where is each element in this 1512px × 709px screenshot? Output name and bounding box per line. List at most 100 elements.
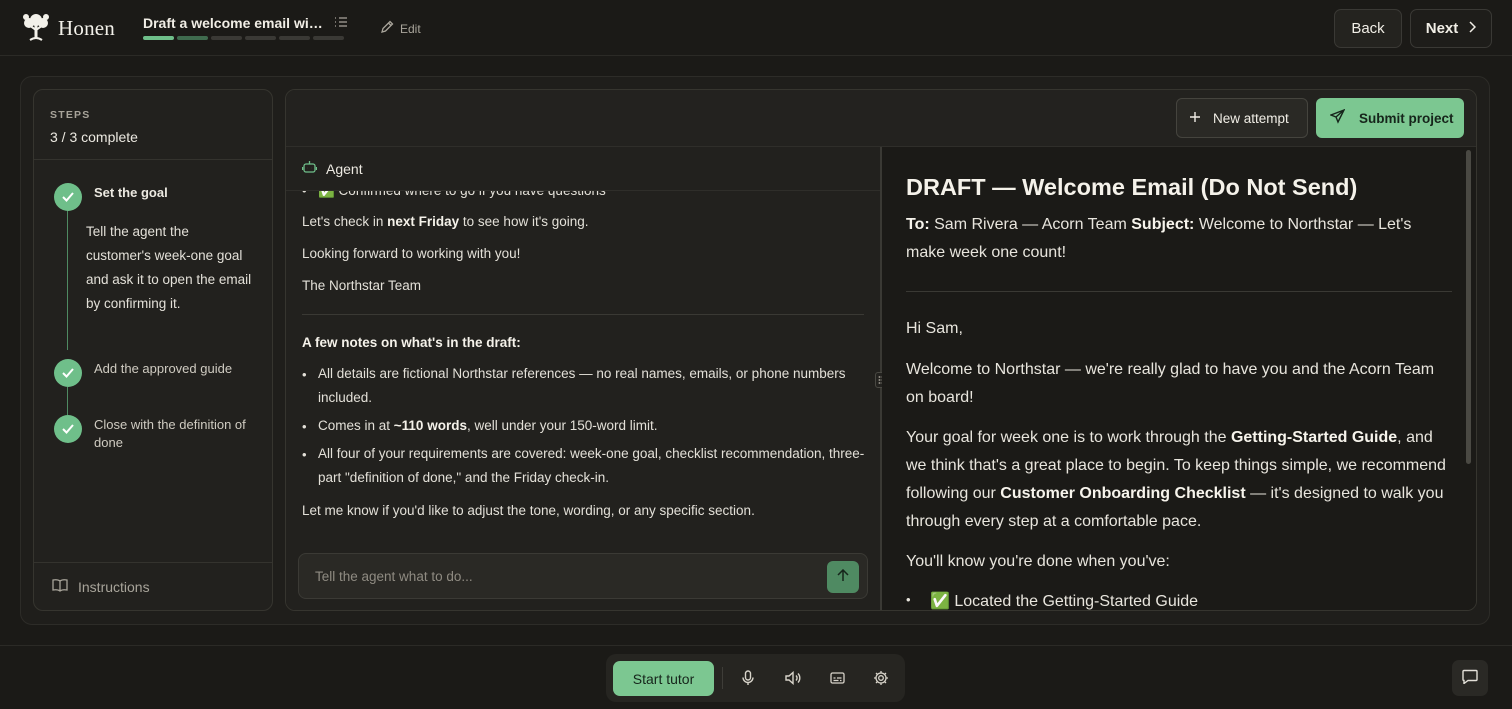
message-line: Let's check in next Friday to see how it… bbox=[302, 214, 589, 229]
arrow-up-icon bbox=[837, 568, 849, 585]
progress-segment bbox=[313, 36, 344, 40]
submit-label: Submit project bbox=[1359, 110, 1454, 126]
text: Comes in at bbox=[318, 418, 394, 433]
book-icon bbox=[52, 578, 68, 595]
list-icon[interactable] bbox=[334, 15, 348, 32]
text-bold: Customer Onboarding Checklist bbox=[1000, 485, 1246, 502]
draft-paragraph: You'll know you're done when you've: bbox=[906, 553, 1170, 570]
progress-segment bbox=[177, 36, 208, 40]
instructions-label: Instructions bbox=[78, 578, 150, 595]
step-complete-check bbox=[54, 183, 82, 211]
back-button[interactable]: Back bbox=[1334, 9, 1402, 48]
divider bbox=[906, 291, 1452, 292]
divider bbox=[34, 562, 272, 563]
text: Your goal for week one is to work throug… bbox=[906, 429, 1231, 446]
steps-heading: STEPS bbox=[50, 109, 91, 121]
progress-segment bbox=[279, 36, 310, 40]
message-line: ✅ Confirmed where to go if you have ques… bbox=[318, 191, 606, 199]
progress-segment bbox=[143, 36, 174, 40]
message-line: The Northstar Team bbox=[302, 278, 422, 293]
speaker-icon[interactable] bbox=[781, 666, 805, 690]
message-line: Let me know if you'd like to adjust the … bbox=[302, 503, 755, 518]
agent-title: Agent bbox=[326, 160, 363, 177]
chevron-right-icon bbox=[1468, 20, 1477, 37]
new-attempt-button[interactable]: New attempt bbox=[1176, 98, 1308, 138]
draft-title: DRAFT — Welcome Email (Do Not Send) bbox=[906, 174, 1358, 200]
divider bbox=[722, 667, 723, 689]
draft-paragraph: Your goal for week one is to work throug… bbox=[906, 424, 1454, 536]
text: to see how it's going. bbox=[459, 214, 589, 229]
new-attempt-label: New attempt bbox=[1213, 110, 1289, 126]
microphone-icon[interactable] bbox=[736, 666, 760, 690]
text-bold: Getting-Started Guide bbox=[1230, 429, 1398, 446]
progress-segment bbox=[245, 36, 276, 40]
text-bold: A few notes on what's in the draft: bbox=[302, 335, 521, 350]
chat-button[interactable] bbox=[1452, 660, 1488, 696]
next-label: Next bbox=[1425, 20, 1459, 37]
step-title-set-goal[interactable]: Set the goal bbox=[94, 185, 168, 200]
divider bbox=[34, 159, 272, 160]
agent-header: Agent bbox=[286, 147, 880, 191]
captions-icon[interactable] bbox=[825, 666, 849, 690]
message-line: Looking forward to working with you! bbox=[302, 246, 521, 261]
next-button[interactable]: Next bbox=[1410, 9, 1492, 48]
step-connector bbox=[67, 387, 68, 415]
settings-icon[interactable] bbox=[869, 666, 893, 690]
steps-count: 3 / 3 complete bbox=[50, 129, 138, 145]
divider bbox=[302, 314, 864, 315]
text-bold: next Friday bbox=[387, 214, 460, 229]
step-title-close[interactable]: Close with the definition of done bbox=[94, 416, 254, 452]
draft-bullet: ✅ Located the Getting-Started Guide bbox=[930, 593, 1199, 610]
bullet: • bbox=[302, 419, 307, 434]
draft-greeting: Hi Sam, bbox=[906, 320, 963, 337]
workspace-header: New attempt Submit project bbox=[286, 90, 1476, 147]
steps-panel: STEPS 3 / 3 complete Set the goal Tell t… bbox=[33, 89, 273, 611]
start-tutor-button[interactable]: Start tutor bbox=[613, 661, 714, 696]
project-title[interactable]: Draft a welcome email wit... bbox=[143, 15, 325, 31]
note-item: All four of your requirements are covere… bbox=[318, 446, 865, 485]
draft-scrollbar[interactable] bbox=[1464, 148, 1472, 610]
chat-bubble-icon bbox=[1462, 669, 1478, 687]
to-value: Sam Rivera — Acorn Team bbox=[929, 216, 1132, 233]
tutor-controls: Start tutor bbox=[606, 654, 905, 702]
text: Let's check in bbox=[302, 214, 388, 229]
notes-heading: A few notes on what's in the draft: bbox=[302, 335, 521, 350]
scrollbar-thumb[interactable] bbox=[1466, 150, 1471, 464]
draft-header-line: To: Sam Rivera — Acorn Team Subject: Wel… bbox=[906, 211, 1454, 267]
agent-input[interactable]: Tell the agent what to do... bbox=[298, 553, 868, 599]
tree-logo-icon bbox=[20, 12, 52, 45]
draft-paragraph: Welcome to Northstar — we're really glad… bbox=[906, 361, 1435, 406]
progress-segment bbox=[211, 36, 242, 40]
bullet: • bbox=[302, 447, 307, 462]
step-description: Tell the agent the customer's week-one g… bbox=[86, 224, 252, 311]
bullet: • bbox=[906, 592, 911, 607]
note-item: All details are fictional Northstar refe… bbox=[318, 366, 846, 405]
project-progress bbox=[143, 36, 344, 40]
agent-panel: Agent • ✅ Confirmed where to go if you h… bbox=[286, 147, 880, 610]
send-button[interactable] bbox=[827, 561, 859, 593]
bullet: • bbox=[302, 367, 307, 382]
send-icon bbox=[1329, 108, 1346, 127]
step-title-add-guide[interactable]: Add the approved guide bbox=[94, 360, 254, 378]
text-bold: ~110 words bbox=[393, 418, 467, 433]
step-complete-check bbox=[54, 415, 82, 443]
agent-input-placeholder: Tell the agent what to do... bbox=[315, 569, 473, 584]
robot-icon bbox=[301, 160, 318, 177]
draft-document: DRAFT — Welcome Email (Do Not Send) To: … bbox=[882, 147, 1476, 610]
step-complete-check bbox=[54, 359, 82, 387]
text: , well under your 150-word limit. bbox=[466, 418, 658, 433]
pencil-icon bbox=[380, 20, 394, 37]
plus-icon bbox=[1189, 111, 1201, 126]
instructions-button[interactable]: Instructions bbox=[52, 578, 150, 595]
logo[interactable]: Honen bbox=[20, 12, 115, 45]
to-label: To: bbox=[906, 216, 930, 233]
subject-label: Subject: bbox=[1131, 216, 1195, 233]
top-bar: Honen Draft a welcome email wit... Edit … bbox=[0, 0, 1512, 56]
agent-messages: • ✅ Confirmed where to go if you have qu… bbox=[302, 191, 866, 541]
edit-label: Edit bbox=[400, 21, 421, 36]
submit-project-button[interactable]: Submit project bbox=[1316, 98, 1464, 138]
edit-button[interactable]: Edit bbox=[380, 20, 421, 37]
step-connector bbox=[67, 211, 68, 350]
bottom-bar: Start tutor bbox=[0, 645, 1512, 709]
brand-name: Honen bbox=[58, 16, 115, 40]
